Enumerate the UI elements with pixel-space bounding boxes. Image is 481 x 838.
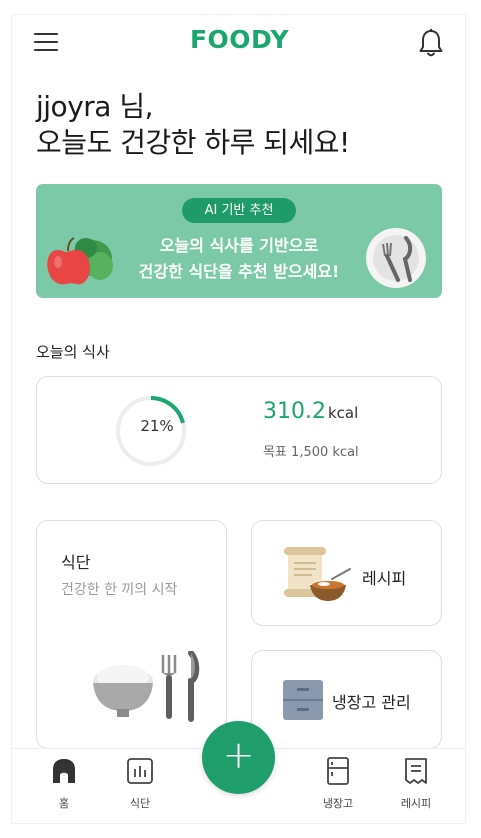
receipt-icon [405,758,427,784]
app-screen: FOODY jjoyra 님, 오늘도 건강한 하루 되세요! AI 기반 추천… [11,14,466,824]
diet-card-title: 식단 [61,553,91,572]
add-button[interactable]: + [202,721,275,794]
diet-card-subtitle: 건강한 한 끼의 시작 [61,582,178,598]
recipe-card[interactable]: 레시피 [251,520,442,626]
ai-badge: AI 기반 추천 [182,198,296,223]
rice-bowl-cutlery-icon [93,651,200,722]
nav-diet-label: 식단 [129,797,151,810]
fridge-card-label: 냉장고 관리 [332,693,411,712]
app-logo: FOODY [189,25,290,54]
nav-home[interactable]: 홈 [34,757,94,811]
greeting-message: 오늘도 건강한 하루 되세요! [36,126,350,159]
plate-cutlery-icon [366,228,426,288]
nav-recipe[interactable]: 레시피 [386,757,446,811]
calorie-number: 310.2 [263,399,326,424]
ai-recommend-banner[interactable]: AI 기반 추천 오늘의 식사를 기반으로 건강한 식단을 추천 받으세요! [36,184,442,298]
greeting-name: jjoyra 님, [36,90,153,123]
recipe-scroll-bowl-icon [284,547,351,601]
nav-fridge[interactable]: 냉장고 [308,757,368,811]
today-meal-card[interactable]: 21% 310.2 kcal 목표 1,500 kcal [36,376,442,484]
apple-vegetable-icon [47,237,113,285]
calorie-unit: kcal [327,404,359,422]
nav-fridge-label: 냉장고 [322,797,354,810]
calorie-value: 310.2 kcal [263,399,358,424]
banner-line-1: 오늘의 식사를 기반으로 [159,236,319,255]
banner-text: 오늘의 식사를 기반으로 건강한 식단을 추천 받으세요! [96,233,382,285]
greeting: jjoyra 님, 오늘도 건강한 하루 되세요! [36,89,350,161]
chart-icon [127,758,153,784]
nav-diet[interactable]: 식단 [110,757,170,811]
calorie-percent: 21% [140,417,174,435]
nav-home-label: 홈 [58,797,70,810]
calorie-goal: 목표 1,500 kcal [263,445,359,460]
banner-line-2: 건강한 식단을 추천 받으세요! [138,262,340,281]
recipe-card-label: 레시피 [362,569,407,588]
fridge-card[interactable]: 냉장고 관리 [251,650,442,749]
fridge-drawer-icon [283,680,323,720]
diet-card[interactable]: 식단 건강한 한 끼의 시작 [36,520,227,749]
home-icon [53,759,75,783]
plus-icon: + [222,733,255,777]
today-meal-title: 오늘의 식사 [36,343,110,361]
nav-recipe-label: 레시피 [400,797,432,810]
notification-bell-icon[interactable] [418,28,444,58]
fridge-icon [327,757,349,785]
